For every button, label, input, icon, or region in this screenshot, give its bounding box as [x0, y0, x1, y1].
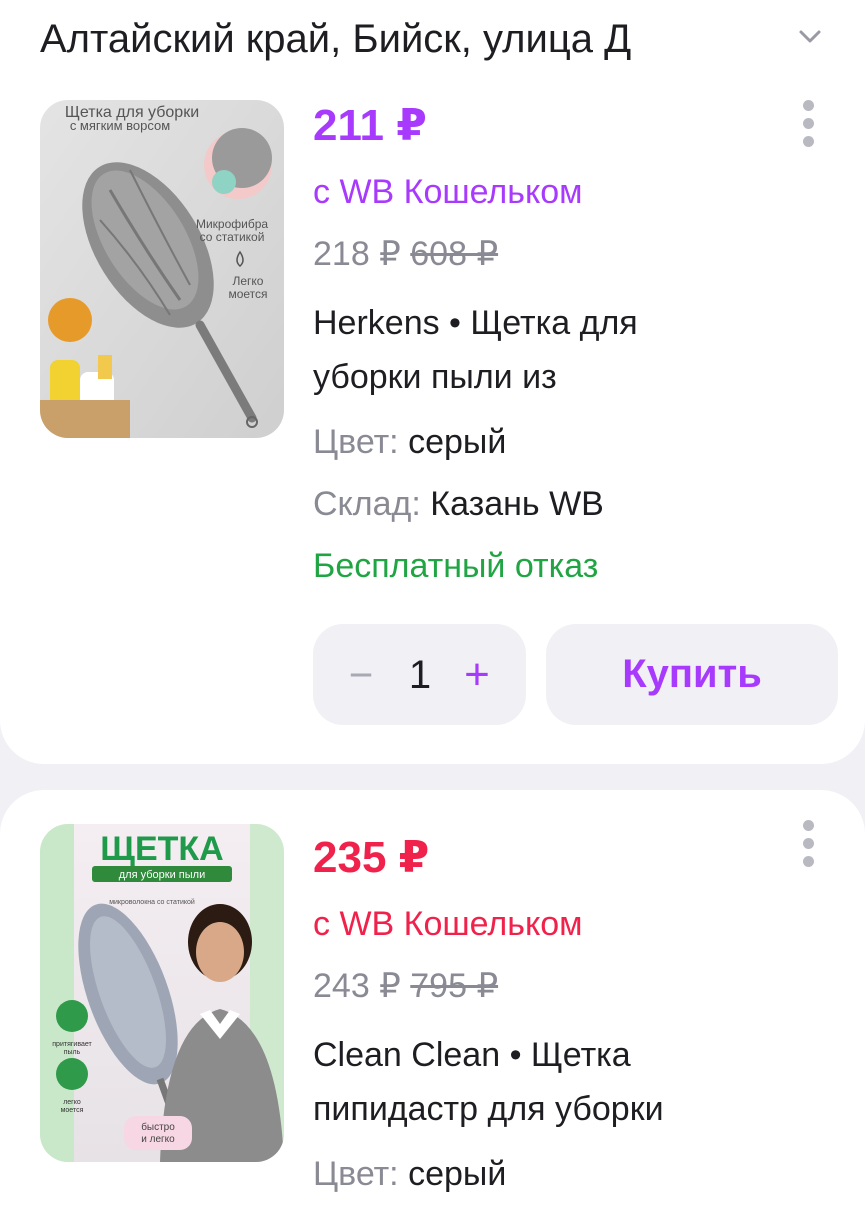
product-title[interactable]: Clean Clean • Щетка пипидастр для уборки [313, 1028, 813, 1136]
old-price: 608 ₽ [410, 235, 499, 273]
wallet-label: с WB Кошельком [313, 173, 583, 211]
price-without-wallet: 218 ₽ 608 ₽ [313, 235, 499, 273]
image-note: микроволокна со статикой [109, 898, 195, 906]
product-info[interactable]: 211 ₽ с WB Кошельком 218 ₽ 608 ₽ Herkens… [313, 96, 813, 590]
feature3-line2: и легко [141, 1134, 175, 1145]
quantity-value: 1 [408, 653, 432, 697]
old-price: 795 ₽ [410, 967, 499, 1005]
product-price: 211 ₽ [313, 101, 427, 150]
product-color: Цвет: серый [313, 1155, 507, 1193]
product-card: ЩЕТКА для уборки пыли микроволокна со ст… [0, 790, 865, 1230]
price-without-wallet: 243 ₽ 795 ₽ [313, 967, 499, 1005]
chevron-down-icon[interactable] [795, 22, 825, 52]
feature3-line1: быстро [141, 1121, 175, 1133]
more-options-icon[interactable] [796, 820, 820, 870]
product-info[interactable]: 235 ₽ с WB Кошельком 243 ₽ 795 ₽ Clean C… [313, 828, 813, 1198]
image-subheading: для уборки пыли [119, 869, 205, 881]
address-bar[interactable]: Алтайский край, Бийск, улица Д [0, 0, 865, 78]
badge2-line1: Легко [233, 274, 264, 288]
decrease-button[interactable]: − [343, 650, 379, 700]
product-image[interactable]: Щетка для уборки с мягким ворсом Микрофи… [40, 100, 284, 438]
feature2-line1: легко [63, 1099, 81, 1106]
feature1-line2: пыль [64, 1049, 81, 1056]
badge-line2: со статикой [200, 230, 265, 244]
badge-line1: Микрофибра [196, 217, 268, 231]
feature1-line1: притягивает [52, 1041, 92, 1048]
buy-button[interactable]: Купить [546, 624, 838, 725]
product-price: 235 ₽ [313, 833, 430, 882]
badge2-line2: моется [228, 287, 267, 301]
more-options-icon[interactable] [796, 100, 820, 150]
product-warehouse: Склад: Казань WB [313, 485, 604, 523]
product-card: Щетка для уборки с мягким ворсом Микрофи… [0, 78, 865, 764]
product-title[interactable]: Herkens • Щетка для уборки пыли из [313, 296, 813, 404]
product-color: Цвет: серый [313, 423, 507, 461]
image-heading: ЩЕТКА [100, 830, 223, 868]
quantity-stepper[interactable]: − 1 + [313, 624, 526, 725]
feature2-line2: моется [61, 1107, 84, 1114]
image-caption-line2: с мягким ворсом [70, 118, 170, 133]
wallet-label: с WB Кошельком [313, 905, 583, 943]
free-return-note: Бесплатный отказ [313, 547, 599, 585]
product-image[interactable]: ЩЕТКА для уборки пыли микроволокна со ст… [40, 824, 284, 1162]
increase-button[interactable]: + [459, 650, 495, 700]
delivery-address[interactable]: Алтайский край, Бийск, улица Д [40, 14, 760, 64]
